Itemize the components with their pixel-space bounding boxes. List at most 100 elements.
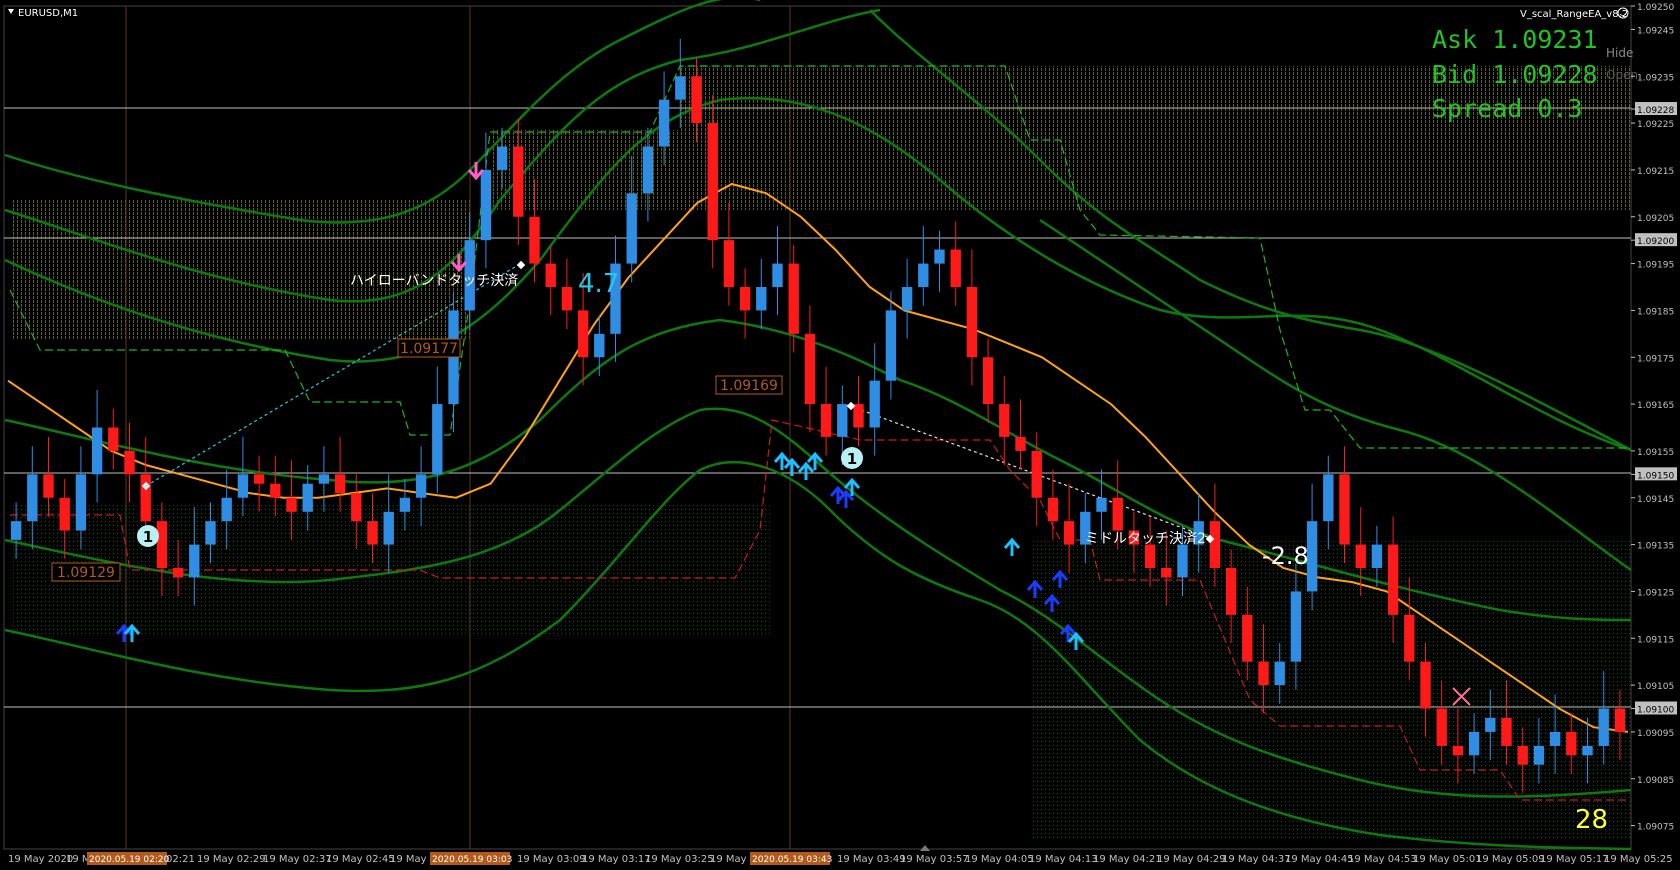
candle-body	[1323, 474, 1334, 522]
candle-body	[1225, 568, 1237, 615]
candle-body	[901, 287, 913, 311]
candle-body	[1468, 731, 1480, 756]
candle-body	[675, 76, 686, 100]
price-axis-label: 1.09195	[1637, 261, 1674, 271]
profit-label-1: 4.7	[578, 269, 619, 299]
candle-body	[1501, 717, 1512, 746]
candle-body	[1177, 544, 1188, 578]
candle-body	[1452, 745, 1464, 756]
price-axis-label: 1.09075	[1637, 823, 1674, 833]
price-axis-label: 1.09085	[1637, 776, 1674, 786]
price-axis-label: 1.09150	[1637, 471, 1674, 481]
candle-body	[999, 404, 1010, 437]
candle-body	[1533, 745, 1545, 765]
candle-body	[1161, 568, 1172, 578]
price-axis-label: 1.09250	[1637, 3, 1674, 13]
chart-canvas[interactable]: 1.09129 1.09177 1.09169 1 1 ハイローバンドタッチ決済…	[0, 0, 1680, 870]
ask-quote: Ask 1.09231	[1432, 25, 1598, 54]
time-axis-label: 19 May 05:09	[1476, 854, 1545, 865]
candle-body	[1404, 614, 1415, 662]
candle-body	[59, 497, 70, 531]
candle-body	[626, 193, 637, 264]
candle-body	[1144, 544, 1156, 568]
price-axis-label: 1.09235	[1637, 73, 1674, 83]
time-axis-label: 19 May 04:45	[1285, 854, 1354, 865]
candle-body	[415, 474, 427, 498]
candle-body	[383, 511, 394, 545]
candle-body	[1371, 544, 1383, 568]
candle-body	[124, 450, 135, 475]
bar-counter: 28	[1575, 805, 1608, 835]
time-axis-label: 19 May 2020	[8, 854, 73, 865]
open-button[interactable]: Open	[1606, 68, 1638, 82]
candle-body	[918, 263, 929, 287]
time-axis-label: 19 May 04:37	[1222, 854, 1291, 865]
time-axis-label: 19 May 0	[710, 854, 756, 865]
time-axis-label: 19 May 0	[390, 854, 436, 865]
candle-body	[513, 146, 524, 217]
candle-body	[934, 249, 945, 264]
svg-text:1: 1	[143, 528, 153, 546]
hide-button[interactable]: Hide	[1606, 46, 1633, 60]
price-box-3-text: 1.09169	[720, 378, 778, 394]
candle-body	[1096, 497, 1107, 512]
candle-body	[270, 483, 281, 498]
candle-body	[1258, 661, 1269, 686]
ea-name: V_scal_RangeEA_v8.2	[1520, 9, 1628, 20]
price-box-1: 1.09129	[51, 562, 121, 582]
candle-body	[140, 474, 151, 522]
time-marker-label: 2020.05.19 02:20	[89, 855, 170, 865]
candle-body	[642, 146, 654, 194]
time-axis-label: 19 May 02:45	[326, 854, 395, 865]
spread-quote: Spread 0.3	[1432, 94, 1583, 123]
time-axis-label: 19 May 04:21	[1093, 854, 1162, 865]
candle-body	[804, 333, 816, 405]
time-axis: 19 May 202019 M 02:21 19 May 02:2919 May 0…	[8, 852, 1673, 865]
price-axis-label: 1.09215	[1637, 167, 1674, 177]
candle-body	[205, 521, 216, 545]
candle-body	[1485, 717, 1496, 732]
candle-body	[982, 357, 994, 405]
candle-body	[1047, 497, 1059, 522]
price-axis-label: 1.09200	[1637, 237, 1674, 247]
candle-body	[496, 146, 508, 170]
candle-body	[189, 544, 200, 578]
candle-body	[1582, 745, 1593, 756]
hilow-touch-label: ハイローバンドタッチ決済	[350, 273, 518, 289]
time-axis-label: 19 May 03:25	[645, 854, 714, 865]
candle-body	[43, 474, 54, 498]
candle-body	[966, 287, 978, 358]
candle-body	[1517, 745, 1528, 765]
candle-body	[658, 99, 670, 147]
time-axis-label: 19 May 02:37	[263, 854, 332, 865]
candle-body	[1614, 708, 1626, 732]
candle-body	[302, 483, 313, 512]
price-axis-label: 1.09155	[1637, 448, 1674, 458]
candle-body	[1355, 544, 1366, 568]
price-axis-label: 1.09095	[1637, 729, 1674, 739]
candle-body	[334, 474, 346, 494]
candle-body	[1209, 521, 1221, 568]
candle-body	[723, 240, 735, 287]
entry-marker-2[interactable]: 1	[841, 447, 863, 469]
symbol-title: EURUSD,M1	[18, 8, 78, 19]
candle-body	[691, 76, 702, 124]
candle-body	[108, 427, 119, 451]
candle-body	[221, 497, 232, 522]
candle-body	[837, 404, 848, 437]
time-axis-label: 19 May 04:05	[965, 854, 1034, 865]
candle-body	[1549, 731, 1561, 746]
time-axis-label: 19 May 03:09	[517, 854, 586, 865]
candle-body	[756, 287, 767, 311]
time-axis-label: 19 May 02:29	[197, 854, 266, 865]
price-axis-label: 1.09135	[1637, 542, 1674, 552]
time-axis-label: 19 May 03:17	[582, 854, 651, 865]
entry-marker-1[interactable]: 1	[137, 525, 159, 547]
candle-body	[594, 333, 605, 358]
candle-body	[1242, 614, 1253, 662]
candle-body	[432, 404, 443, 475]
candle-body	[1339, 474, 1350, 545]
time-axis-label: 02:21	[166, 854, 195, 865]
price-axis-label: 1.09145	[1637, 495, 1674, 505]
candle-body	[1598, 708, 1609, 746]
